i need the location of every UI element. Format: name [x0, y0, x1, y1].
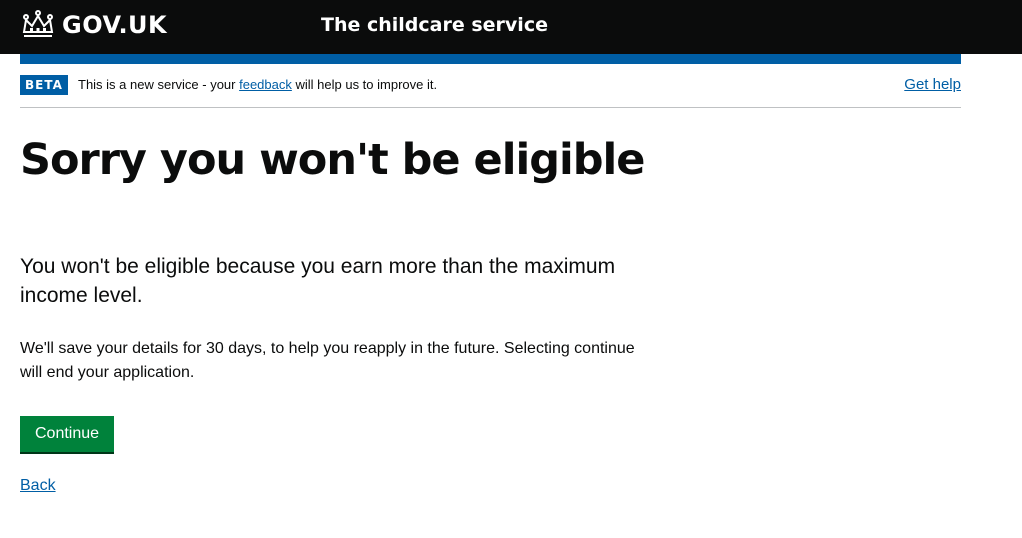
get-help-link[interactable]: Get help — [904, 75, 961, 95]
body-text: We'll save your details for 30 days, to … — [20, 340, 635, 381]
back-link[interactable]: Back — [20, 475, 56, 497]
phase-text-after: will help us to improve it. — [291, 77, 438, 92]
govuk-logo-link[interactable]: GOV.UK — [20, 9, 167, 41]
page-title: Sorry you won't be eligible — [20, 135, 645, 185]
phase-text-before: This is a new service - your — [78, 77, 240, 92]
phase-banner-text: This is a new service - your feedback wi… — [78, 75, 437, 95]
site-header: GOV.UK The childcare service — [0, 0, 1022, 54]
phase-tag: BETA — [20, 75, 68, 95]
phase-banner: BETA This is a new service - your feedba… — [20, 70, 961, 108]
logo-text: GOV.UK — [62, 11, 168, 39]
service-name-link[interactable]: The childcare service — [321, 13, 548, 37]
lede-text: You won't be eligible because you earn m… — [20, 255, 616, 307]
feedback-link[interactable]: feedback — [239, 77, 292, 92]
continue-button[interactable]: Continue — [20, 416, 115, 452]
header-accent-bar — [20, 54, 961, 64]
crown-icon — [20, 10, 56, 40]
